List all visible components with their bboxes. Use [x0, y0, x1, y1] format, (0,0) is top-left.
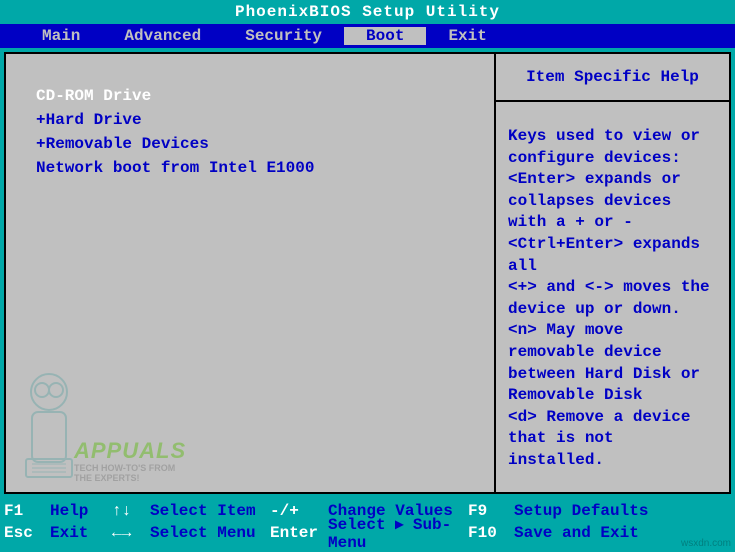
menu-item-boot[interactable]: Boot: [344, 27, 426, 45]
boot-order-panel: CD-ROM Drive +Hard Drive +Removable Devi…: [4, 52, 496, 494]
label-setup-defaults: Setup Defaults: [514, 502, 648, 520]
menu-item-main[interactable]: Main: [20, 27, 102, 45]
key-esc: Esc: [4, 524, 50, 542]
footer-row-2: Esc Exit ←→ Select Menu Enter Select ▸ S…: [4, 522, 731, 544]
watermark-title: APPUALS: [74, 438, 186, 464]
key-updown: ↑↓: [112, 502, 150, 520]
boot-item-removable[interactable]: +Removable Devices: [36, 132, 464, 156]
menu-bar: Main Advanced Security Boot Exit: [0, 24, 735, 48]
label-save-exit: Save and Exit: [514, 524, 639, 542]
label-help: Help: [50, 502, 112, 520]
boot-item-network[interactable]: Network boot from Intel E1000: [36, 156, 464, 180]
boot-item-cdrom[interactable]: CD-ROM Drive: [36, 84, 464, 108]
boot-item-harddrive[interactable]: +Hard Drive: [36, 108, 464, 132]
help-panel: Item Specific Help Keys used to view or …: [496, 52, 731, 494]
menu-item-advanced[interactable]: Advanced: [102, 27, 223, 45]
label-exit: Exit: [50, 524, 112, 542]
label-select-submenu: Select ▸ Sub-Menu: [328, 514, 468, 552]
key-enter: Enter: [270, 524, 328, 542]
key-f9: F9: [468, 502, 514, 520]
mascot-icon: [14, 364, 84, 484]
attribution: wsxdn.com: [681, 538, 731, 549]
title-bar: PhoenixBIOS Setup Utility: [0, 0, 735, 24]
content-area: CD-ROM Drive +Hard Drive +Removable Devi…: [0, 48, 735, 498]
key-leftright: ←→: [112, 524, 150, 542]
help-title: Item Specific Help: [496, 54, 729, 102]
help-text: Keys used to view or configure devices: …: [496, 102, 729, 484]
key-f1: F1: [4, 502, 50, 520]
menu-item-security[interactable]: Security: [223, 27, 344, 45]
key-plusminus: -/+: [270, 502, 328, 520]
label-select-item: Select Item: [150, 502, 270, 520]
watermark-sub2: THE EXPERTS!: [74, 474, 186, 484]
footer-bar: F1 Help ↑↓ Select Item -/+ Change Values…: [0, 498, 735, 547]
key-f10: F10: [468, 524, 514, 542]
menu-item-exit[interactable]: Exit: [426, 27, 508, 45]
watermark: APPUALS TECH HOW-TO'S FROM THE EXPERTS!: [14, 344, 194, 484]
label-select-menu: Select Menu: [150, 524, 270, 542]
